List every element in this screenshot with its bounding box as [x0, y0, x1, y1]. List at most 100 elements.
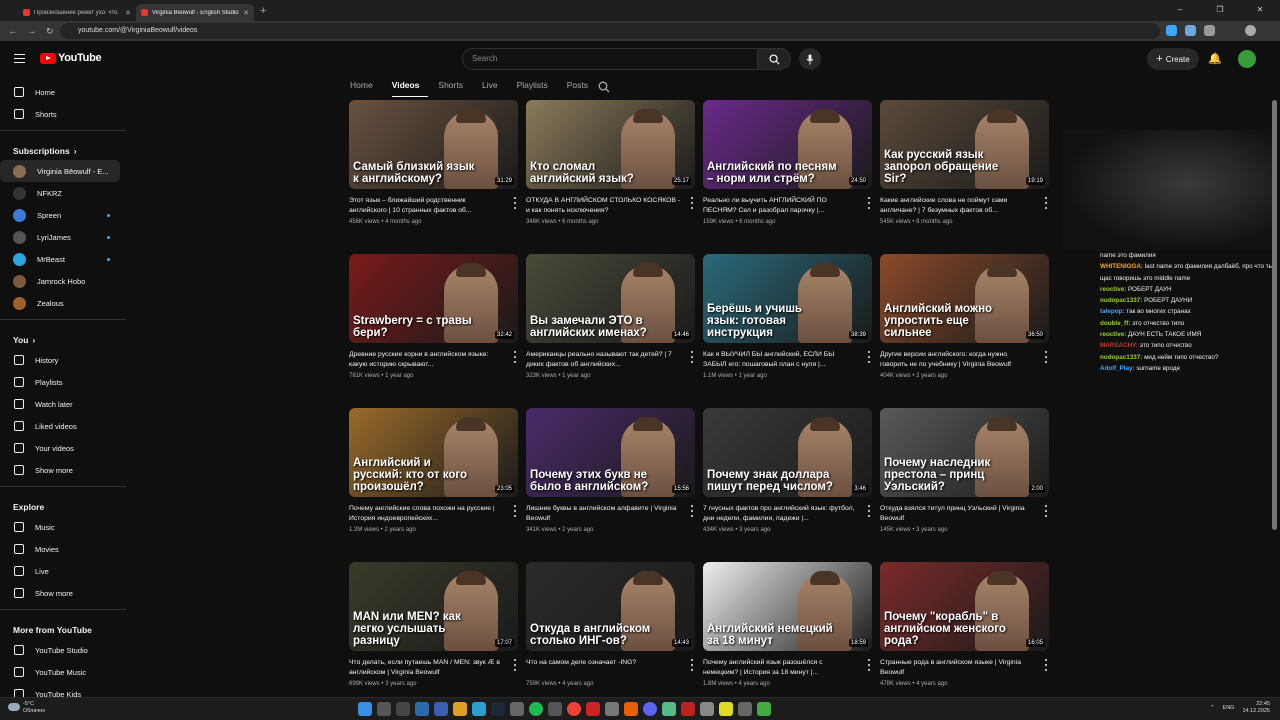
subscription-item[interactable]: LyriJames — [0, 226, 120, 248]
more-options-icon[interactable] — [1043, 197, 1049, 209]
video-thumbnail[interactable]: Как русский язык запорол обращение Sir? 1… — [880, 100, 1049, 189]
more-options-icon[interactable] — [512, 197, 518, 209]
video-card[interactable]: Strawberry = с травы бери? 32:42 Древние р… — [349, 254, 518, 379]
minimize-button[interactable]: – — [1160, 0, 1200, 21]
app-icon[interactable] — [757, 702, 771, 716]
close-window-button[interactable]: ✕ — [1240, 0, 1280, 21]
subscription-item[interactable]: Zealous — [0, 292, 120, 314]
chrome-icon[interactable] — [567, 702, 581, 716]
clock[interactable]: 22:45 14.12.2025 — [1242, 701, 1270, 715]
weather-widget[interactable]: -5°C Облачно — [8, 701, 45, 715]
extension-icon[interactable] — [1185, 25, 1196, 36]
video-card[interactable]: Английский и русский: кто от кого произо… — [349, 408, 518, 533]
back-icon[interactable]: ← — [8, 26, 17, 36]
steam-icon[interactable] — [491, 702, 505, 716]
account-avatar[interactable] — [1238, 50, 1256, 68]
more-options-icon[interactable] — [866, 505, 872, 517]
tray-overflow-icon[interactable]: ⌃ — [1210, 705, 1215, 711]
search-icon[interactable] — [377, 702, 391, 716]
tab-posts[interactable]: Posts — [567, 80, 597, 97]
firefox-icon[interactable] — [624, 702, 638, 716]
tab-close-icon[interactable]: ✕ — [243, 9, 249, 17]
sidebar-item-movies[interactable]: Movies — [0, 538, 120, 560]
sidebar-item-show-more[interactable]: Show more — [0, 459, 120, 481]
minecraft-icon[interactable] — [662, 702, 676, 716]
video-thumbnail[interactable]: Английский и русский: кто от кого произо… — [349, 408, 518, 497]
app-icon[interactable] — [510, 702, 524, 716]
tab-playlists[interactable]: Playlists — [517, 80, 557, 97]
video-title[interactable]: Этот язык – ближайший родственник англий… — [349, 196, 504, 216]
subscriptions-header[interactable]: Subscriptions › — [0, 136, 128, 160]
video-thumbnail[interactable]: Английский можно упростить еще сильнее 36… — [880, 254, 1049, 343]
url-field[interactable]: youtube.com/@VirginiaBeowulf/videos — [60, 23, 1160, 39]
video-card[interactable]: MAN или MEN? как легко услышать разницу 1… — [349, 562, 518, 687]
more-options-icon[interactable] — [866, 659, 872, 671]
video-title[interactable]: Какие английские слова не поймут сами ан… — [880, 196, 1035, 216]
video-title[interactable]: Что на самом деле означает -ING? — [526, 658, 681, 678]
subscription-item[interactable]: Jamrock Hobo — [0, 270, 120, 292]
tab-close-icon[interactable]: ✕ — [125, 9, 131, 17]
more-options-icon[interactable] — [1043, 351, 1049, 363]
video-card[interactable]: Почему знак доллара пишут перед числом? 3… — [703, 408, 872, 533]
more-options-icon[interactable] — [866, 351, 872, 363]
video-title[interactable]: Откуда взялся титул принц Уэльский | Vir… — [880, 504, 1035, 524]
subscription-item[interactable]: Spreen — [0, 204, 120, 226]
create-button[interactable]: + Create — [1147, 48, 1199, 70]
more-from-youtube-header[interactable]: More from YouTube — [0, 615, 128, 639]
youtube-logo[interactable]: YouTube — [40, 52, 102, 64]
you-header[interactable]: You › — [0, 325, 128, 349]
video-thumbnail[interactable]: Вы замечали ЭТО в английских именах? 14:4… — [526, 254, 695, 343]
tab-live[interactable]: Live — [482, 80, 507, 97]
video-thumbnail[interactable]: Strawberry = с травы бери? 32:42 — [349, 254, 518, 343]
video-title[interactable]: ОТКУДА В АНГЛИЙСКОМ СТОЛЬКО КОСЯКОВ - и … — [526, 196, 681, 216]
new-tab-button[interactable]: + — [254, 4, 272, 21]
more-options-icon[interactable] — [866, 197, 872, 209]
sidebar-item-youtube-studio[interactable]: YouTube Studio — [0, 639, 120, 661]
video-card[interactable]: Кто сломал английский язык? 25:17 ОТКУДА В… — [526, 100, 695, 225]
more-options-icon[interactable] — [512, 505, 518, 517]
video-title[interactable]: Американцы реально называют так детей? |… — [526, 350, 681, 370]
video-card[interactable]: Самый близкий язык к английскому? 31:29 Эт… — [349, 100, 518, 225]
sidebar-item-music[interactable]: Music — [0, 516, 120, 538]
app-icon[interactable] — [548, 702, 562, 716]
video-title[interactable]: Почему английский язык разошёлся с немец… — [703, 658, 858, 678]
video-card[interactable]: Английский можно упростить еще сильнее 36… — [880, 254, 1049, 379]
voice-search-button[interactable] — [799, 48, 821, 70]
sidebar-item-your-videos[interactable]: Your videos — [0, 437, 120, 459]
video-card[interactable]: Почему этих букв не было в английском? 15… — [526, 408, 695, 533]
more-options-icon[interactable] — [1043, 659, 1049, 671]
video-thumbnail[interactable]: Английский по песням – норм или стрём? 24… — [703, 100, 872, 189]
video-title[interactable]: Как я ВЫУЧИЛ БЫ английский, ЕСЛИ БЫ ЗАБЫ… — [703, 350, 858, 370]
video-title[interactable]: Что делать, если путаешь MAN / MEN: звук… — [349, 658, 504, 678]
start-icon[interactable] — [358, 702, 372, 716]
sidebar-item-history[interactable]: History — [0, 349, 120, 371]
sidebar-item-playlists[interactable]: Playlists — [0, 371, 120, 393]
page-scrollbar[interactable] — [1272, 100, 1277, 530]
more-options-icon[interactable] — [689, 659, 695, 671]
extension-icon[interactable] — [1166, 25, 1177, 36]
app-icon[interactable] — [415, 702, 429, 716]
sidebar-item-watch-later[interactable]: Watch later — [0, 393, 120, 415]
sidebar-item-shorts[interactable]: Shorts — [0, 103, 120, 125]
app-icon[interactable] — [586, 702, 600, 716]
app-icon[interactable] — [605, 702, 619, 716]
video-card[interactable]: Берёшь и учишь язык: готовая инструкция 3… — [703, 254, 872, 379]
video-card[interactable]: Как русский язык запорол обращение Sir? 1… — [880, 100, 1049, 225]
more-options-icon[interactable] — [689, 505, 695, 517]
video-card[interactable]: Вы замечали ЭТО в английских именах? 14:4… — [526, 254, 695, 379]
video-thumbnail[interactable]: Откуда в английском столько ИНГ-ов? 14:43 — [526, 562, 695, 651]
video-card[interactable]: Английский немецкий за 18 минут 18:59 Поче… — [703, 562, 872, 687]
video-title[interactable]: Странные рода в английском языке | Virgi… — [880, 658, 1035, 678]
telegram-icon[interactable] — [472, 702, 486, 716]
search-input[interactable]: Search — [462, 48, 758, 70]
video-thumbnail[interactable]: Кто сломал английский язык? 25:17 — [526, 100, 695, 189]
sidebar-item-liked-videos[interactable]: Liked videos — [0, 415, 120, 437]
profile-icon[interactable] — [1245, 25, 1256, 36]
subscription-item[interactable]: NFKRZ — [0, 182, 120, 204]
channel-search-icon[interactable] — [598, 81, 610, 93]
video-card[interactable]: Почему наследник престола – принц Уэльск… — [880, 408, 1049, 533]
more-options-icon[interactable] — [512, 659, 518, 671]
notifications-bell-icon[interactable]: 🔔 — [1208, 52, 1222, 65]
tab-videos[interactable]: Videos — [391, 80, 429, 97]
sidebar-item-home[interactable]: Home — [0, 81, 120, 103]
